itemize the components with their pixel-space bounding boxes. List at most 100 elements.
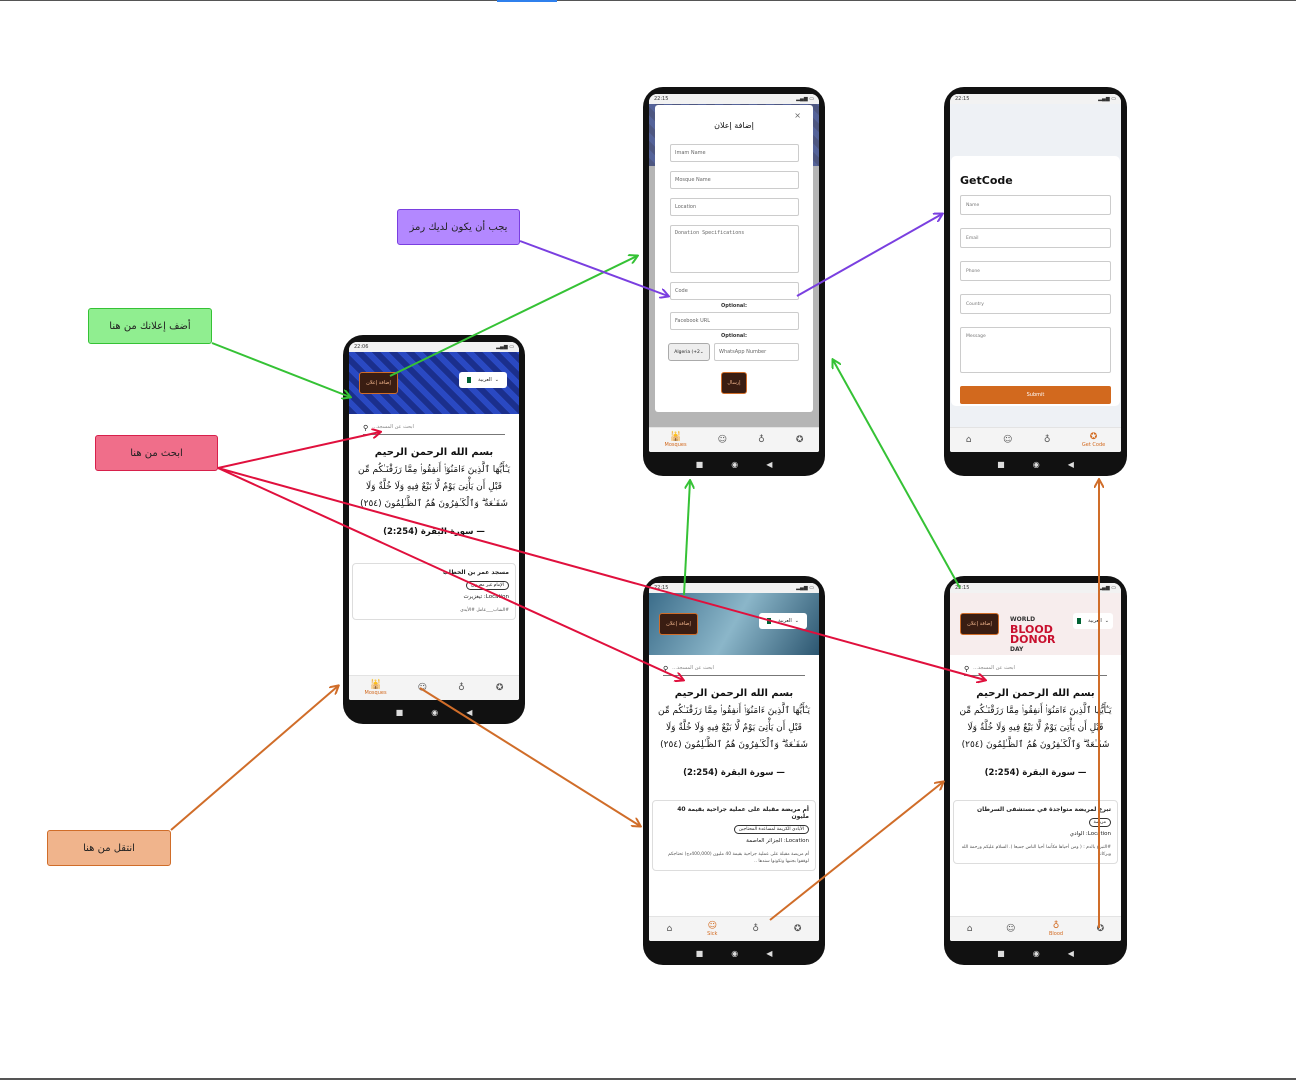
- status-bar: 22:15 ▂▄▆ ▭: [950, 583, 1121, 593]
- home-icon[interactable]: ◉: [1033, 460, 1040, 469]
- list-item[interactable]: أم مريضة مقبلة على عملية جراحية بقيمة 40…: [652, 800, 816, 871]
- search-bar[interactable]: ⚲ ...ابحث عن المسجد: [964, 665, 1107, 676]
- whatsapp-field[interactable]: WhatsApp Number: [714, 343, 799, 361]
- nav-mosques[interactable]: ⌂: [666, 924, 672, 934]
- search-bar[interactable]: ⚲ ...ابحث عن المسجد: [663, 665, 805, 676]
- blood-drop-icon: ♁: [758, 435, 765, 445]
- badge-icon: ✪: [793, 924, 802, 934]
- language-select[interactable]: العربية ⌄: [1073, 613, 1113, 629]
- nav-blood[interactable]: ♁: [752, 924, 759, 934]
- chevron-down-icon: ⌄: [494, 377, 499, 383]
- card-location: Location: الجزائر العاصمة: [746, 838, 809, 844]
- nav-label: Sick: [707, 931, 718, 937]
- mosque-name-field[interactable]: Mosque Name: [670, 171, 799, 189]
- back-icon[interactable]: ◀: [1068, 949, 1074, 958]
- language-select[interactable]: العربية ⌄: [759, 613, 807, 629]
- nav-sick[interactable]: ☺: [418, 683, 427, 693]
- bottom-nav: ⌂ ☺ ♁ ✪ Get Code: [950, 427, 1121, 452]
- badge-icon: ✪: [495, 683, 504, 693]
- add-ad-modal: × إضافة إعلان Imam Name Mosque Name Loca…: [655, 105, 813, 412]
- email-field[interactable]: Email: [960, 228, 1111, 248]
- recents-icon[interactable]: ■: [696, 460, 704, 469]
- back-icon[interactable]: ◀: [1068, 460, 1074, 469]
- search-bar[interactable]: ⚲ ...ابحث عن المسجد: [363, 424, 505, 435]
- message-field[interactable]: Message: [960, 327, 1111, 373]
- flag-icon: [467, 377, 476, 383]
- country-code-select[interactable]: Algeria (+2 ⌄: [668, 343, 710, 361]
- language-select[interactable]: العربية ⌄: [459, 372, 507, 388]
- nav-getcode[interactable]: ✪: [794, 924, 802, 934]
- back-icon[interactable]: ◀: [766, 949, 772, 958]
- chevron-down-icon: ⌄: [794, 618, 799, 624]
- sick-icon: ☺: [1002, 435, 1013, 445]
- location-field[interactable]: Location: [670, 198, 799, 216]
- recents-icon[interactable]: ■: [997, 460, 1005, 469]
- recents-icon[interactable]: ■: [696, 949, 704, 958]
- nav-blood[interactable]: ♁: [1044, 435, 1051, 445]
- nav-blood[interactable]: ♁: [458, 683, 465, 693]
- blood-drop-icon: ♁: [1043, 435, 1051, 445]
- card-description: #الشاب___عامل #الأيدي: [460, 608, 509, 613]
- card-title: مسجد عمر بن الخطاب: [442, 569, 509, 576]
- note-add-ad: أضف إعلانك من هنا: [88, 308, 212, 344]
- flag-icon: [767, 618, 776, 624]
- list-item[interactable]: مسجد عمر بن الخطاب الإمام غير معروف Loca…: [352, 563, 516, 620]
- phone-screen: 22:15 ▂▄▆ ▭ إضافة إعلان WORLD BLOOD DONOR…: [950, 583, 1121, 941]
- add-ad-button[interactable]: إضافة إعلان: [359, 372, 398, 394]
- back-icon[interactable]: ◀: [466, 708, 472, 717]
- optional-label: Optional:: [720, 333, 747, 339]
- basmala: بسم الله الرحمن الرحيم: [674, 688, 794, 699]
- getcode-title: GetCode: [960, 174, 1013, 187]
- nav-blood[interactable]: ♁: [758, 435, 765, 445]
- arrow-orange-note: [170, 686, 338, 831]
- home-icon[interactable]: ◉: [731, 949, 738, 958]
- home-icon[interactable]: ◉: [731, 460, 738, 469]
- nav-sick[interactable]: ☺: [1003, 435, 1012, 445]
- language-label: العربية: [478, 377, 492, 383]
- phone-sick: 22:15 ▂▄▆ ▭ إضافة إعلان العربية ⌄ ⚲ ...ابحث…: [643, 576, 825, 965]
- home-icon[interactable]: ◉: [431, 708, 438, 717]
- add-ad-button[interactable]: إضافة إعلان: [659, 613, 698, 635]
- nav-blood[interactable]: ♁ Blood: [1049, 921, 1063, 937]
- facebook-url-field[interactable]: Facebook URL: [670, 312, 799, 330]
- submit-button[interactable]: Submit: [960, 386, 1111, 404]
- phone-add-ad: 22:15 ▂▄▆ ▭ × إضافة إعلان Imam Name Mosqu…: [643, 87, 825, 476]
- recents-icon[interactable]: ■: [396, 708, 404, 717]
- nav-getcode[interactable]: ✪ Get Code: [1082, 432, 1105, 448]
- recents-icon[interactable]: ■: [997, 949, 1005, 958]
- sick-icon: ☺: [707, 921, 717, 931]
- arrow-green-blood-up: [833, 360, 961, 589]
- nav-getcode[interactable]: ✪: [1097, 924, 1105, 934]
- close-icon[interactable]: ×: [794, 111, 801, 120]
- back-icon[interactable]: ◀: [766, 460, 772, 469]
- phone-field[interactable]: Phone: [960, 261, 1111, 281]
- add-ad-button[interactable]: إضافة إعلان: [960, 613, 999, 635]
- name-field[interactable]: Name: [960, 195, 1111, 215]
- nav-sick[interactable]: ☺: [1006, 924, 1015, 934]
- nav-mosques[interactable]: ⌂: [967, 924, 973, 934]
- top-border: [0, 0, 1296, 1]
- nav-mosques[interactable]: ⌂: [966, 435, 972, 445]
- status-bar: 22:15 ▂▄▆ ▭: [649, 94, 819, 104]
- language-label: العربية: [778, 618, 792, 624]
- nav-mosques[interactable]: 🕌 Mosques: [665, 432, 687, 448]
- imam-name-field[interactable]: Imam Name: [670, 144, 799, 162]
- donation-field[interactable]: Donation Specifications: [670, 225, 799, 273]
- list-item[interactable]: تبرع لمريضة متواجدة في مستشفى السرطان مر…: [953, 800, 1118, 864]
- search-placeholder: ...ابحث عن المسجد: [973, 665, 1015, 671]
- card-title: أم مريضة مقبلة على عملية جراحية بقيمة 40…: [677, 806, 809, 820]
- top-accent: [497, 0, 557, 2]
- nav-sick[interactable]: ☺: [718, 435, 727, 445]
- verse: يَـٰٓأَيُّهَا ٱلَّذِينَ ءَامَنُوٓا۟ أَنف…: [657, 706, 811, 750]
- code-field[interactable]: Code: [670, 282, 799, 300]
- nav-sick[interactable]: ☺ Sick: [707, 921, 717, 937]
- nav-getcode[interactable]: ✪: [796, 435, 804, 445]
- send-button[interactable]: إرسال: [721, 372, 747, 394]
- nav-mosques[interactable]: 🕌 Mosques: [365, 680, 387, 696]
- home-icon[interactable]: ◉: [1033, 949, 1040, 958]
- phone-getcode: 22:15 ▂▄▆ ▭ GetCode Name Email Phone Coun…: [944, 87, 1127, 476]
- nav-getcode[interactable]: ✪: [496, 683, 504, 693]
- mosque-icon: 🕌: [669, 432, 682, 442]
- country-field[interactable]: Country: [960, 294, 1111, 314]
- bottom-nav: 🕌 Mosques ☺ ♁ ✪: [349, 675, 519, 700]
